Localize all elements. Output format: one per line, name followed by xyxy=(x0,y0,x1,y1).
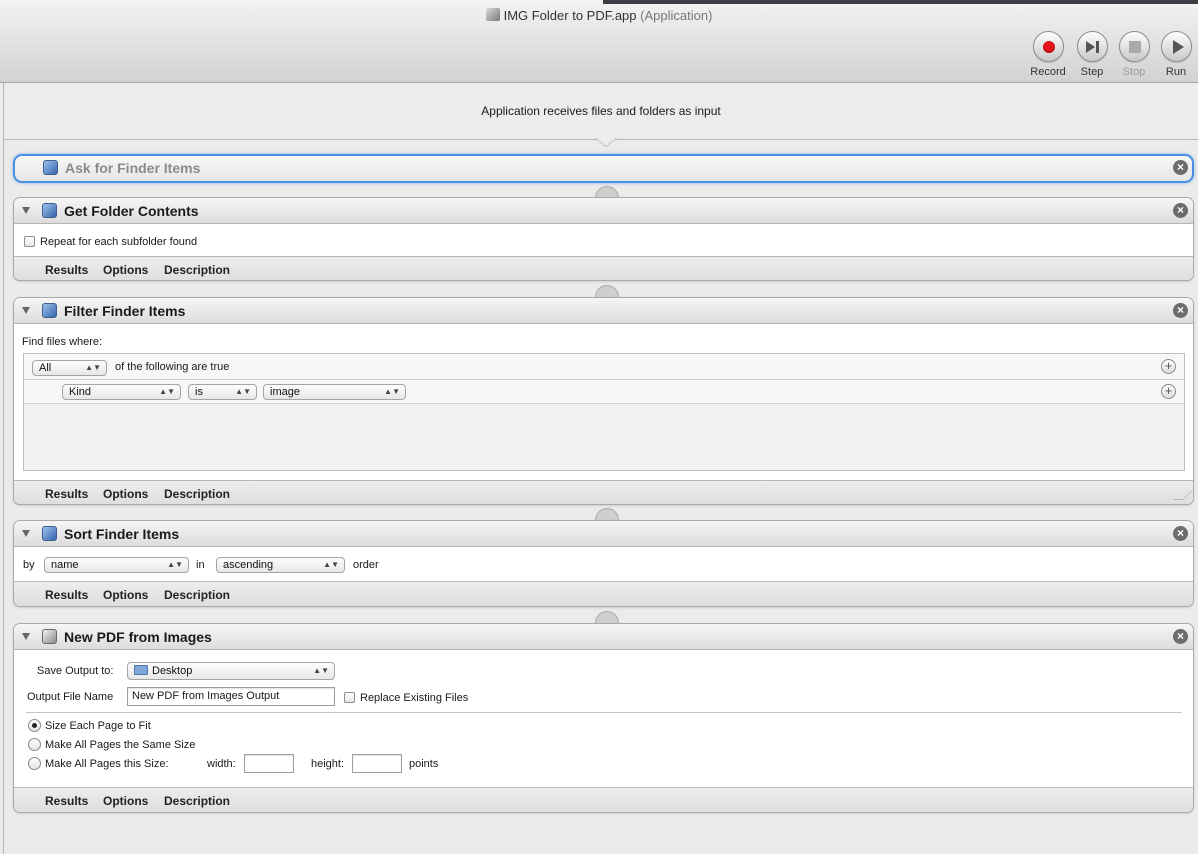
folder-icon xyxy=(134,665,148,675)
disclosure-triangle-icon[interactable] xyxy=(22,207,30,214)
options-tab[interactable]: Options xyxy=(103,487,148,501)
results-tab[interactable]: Results xyxy=(45,588,88,602)
value-popup[interactable]: image ▲▼ xyxy=(263,384,406,400)
window-title: IMG Folder to PDF.app (Application) xyxy=(0,8,1198,23)
options-tab[interactable]: Options xyxy=(103,794,148,808)
run-icon xyxy=(1172,40,1184,54)
disclosure-triangle-icon[interactable] xyxy=(22,633,30,640)
step-icon xyxy=(1085,41,1095,53)
following-true-label: of the following are true xyxy=(115,361,230,373)
action-sort-finder-items: Sort Finder Items × by name ▲▼ in ascendi… xyxy=(13,520,1194,607)
width-label: width: xyxy=(207,758,236,770)
pdf-action-icon xyxy=(42,629,57,644)
stop-label: Stop xyxy=(1122,66,1146,78)
action-get-folder-contents: Get Folder Contents × Repeat for each su… xyxy=(13,197,1194,281)
repeat-subfolder-label: Repeat for each subfolder found xyxy=(40,236,198,248)
close-action-icon[interactable]: × xyxy=(1173,303,1188,318)
background-window-strip xyxy=(603,0,1198,4)
replace-existing-label: Replace Existing Files xyxy=(360,692,469,704)
action-title: Get Folder Contents xyxy=(64,203,199,219)
run-label: Run xyxy=(1165,66,1187,78)
window-title-subtitle: (Application) xyxy=(640,8,713,23)
action-title: Sort Finder Items xyxy=(64,526,180,542)
description-tab[interactable]: Description xyxy=(164,487,230,501)
automator-app-icon xyxy=(485,8,500,21)
run-button[interactable]: Run xyxy=(1153,31,1198,78)
action-connector xyxy=(595,285,619,297)
close-action-icon[interactable]: × xyxy=(1173,160,1188,175)
attribute-popup[interactable]: Kind ▲▼ xyxy=(62,384,181,400)
action-connector xyxy=(595,611,619,623)
record-icon xyxy=(1042,41,1055,53)
find-files-label: Find files where: xyxy=(22,336,103,348)
description-tab[interactable]: Description xyxy=(164,263,230,277)
action-ask-for-finder-items[interactable]: Ask for Finder Items × xyxy=(13,154,1194,183)
size-fit-label: Size Each Page to Fit xyxy=(45,720,151,732)
size-same-label: Make All Pages the Same Size xyxy=(45,739,196,751)
action-title: New PDF from Images xyxy=(64,629,212,645)
sort-direction-popup[interactable]: ascending ▲▼ xyxy=(216,557,345,573)
record-label: Record xyxy=(1030,66,1066,78)
output-file-name-label: Output File Name xyxy=(27,691,114,703)
action-connector xyxy=(595,508,619,520)
step-label: Step xyxy=(1080,66,1104,78)
add-criteria-icon[interactable]: + xyxy=(1161,384,1176,399)
criteria-box: All ▲▼ of the following are true + Kind ▲▼… xyxy=(23,353,1185,471)
results-tab[interactable]: Results xyxy=(45,487,88,501)
width-field[interactable] xyxy=(244,754,294,773)
disclosure-triangle-icon[interactable] xyxy=(22,307,30,314)
sort-key-popup[interactable]: name ▲▼ xyxy=(44,557,189,573)
add-criteria-icon[interactable]: + xyxy=(1161,359,1176,374)
output-file-name-field[interactable]: New PDF from Images Output xyxy=(127,687,335,706)
quantifier-popup[interactable]: All ▲▼ xyxy=(32,360,107,376)
disclosure-triangle-icon[interactable] xyxy=(22,530,30,537)
results-tab[interactable]: Results xyxy=(45,263,88,277)
window-title-name: IMG Folder to PDF.app xyxy=(503,8,637,23)
height-label: height: xyxy=(311,758,345,770)
stop-icon xyxy=(1128,41,1141,53)
save-location-popup[interactable]: Desktop ▲▼ xyxy=(127,662,335,680)
action-title: Filter Finder Items xyxy=(64,303,186,319)
workflow-input-bar: Application receives files and folders a… xyxy=(4,83,1198,140)
sort-by-label: by xyxy=(23,559,35,571)
description-tab[interactable]: Description xyxy=(164,794,230,808)
finder-action-icon xyxy=(42,526,57,541)
results-tab[interactable]: Results xyxy=(45,794,88,808)
finder-action-icon xyxy=(42,203,57,218)
action-title: Ask for Finder Items xyxy=(65,160,201,176)
finder-action-icon xyxy=(42,303,57,318)
workflow-input-text: Application receives files and folders a… xyxy=(481,104,721,118)
resize-handle-icon[interactable] xyxy=(1173,490,1193,500)
height-field[interactable] xyxy=(352,754,402,773)
record-button[interactable]: Record xyxy=(1025,31,1071,78)
workflow-area: Application receives files and folders a… xyxy=(3,83,1198,854)
sort-order-label: order xyxy=(353,559,379,571)
close-action-icon[interactable]: × xyxy=(1173,526,1188,541)
finder-action-icon xyxy=(43,160,58,175)
size-custom-label: Make All Pages this Size: xyxy=(45,758,169,770)
action-new-pdf-from-images: New PDF from Images × Save Output to: De… xyxy=(13,623,1194,813)
size-custom-radio[interactable] xyxy=(28,757,41,770)
window-toolbar: IMG Folder to PDF.app (Application) Reco… xyxy=(0,0,1198,83)
size-fit-radio[interactable] xyxy=(28,719,41,732)
close-action-icon[interactable]: × xyxy=(1173,629,1188,644)
options-tab[interactable]: Options xyxy=(103,588,148,602)
description-tab[interactable]: Description xyxy=(164,588,230,602)
points-label: points xyxy=(409,758,439,770)
action-filter-finder-items: Filter Finder Items × Find files where: … xyxy=(13,297,1194,505)
repeat-subfolder-checkbox[interactable] xyxy=(24,236,35,247)
save-output-label: Save Output to: xyxy=(37,665,114,677)
replace-existing-checkbox[interactable] xyxy=(344,692,355,703)
divider xyxy=(26,712,1182,713)
operator-popup[interactable]: is ▲▼ xyxy=(188,384,257,400)
options-tab[interactable]: Options xyxy=(103,263,148,277)
stop-button[interactable]: Stop xyxy=(1111,31,1157,78)
size-same-radio[interactable] xyxy=(28,738,41,751)
step-button[interactable]: Step xyxy=(1069,31,1115,78)
sort-in-label: in xyxy=(196,559,205,571)
close-action-icon[interactable]: × xyxy=(1173,203,1188,218)
